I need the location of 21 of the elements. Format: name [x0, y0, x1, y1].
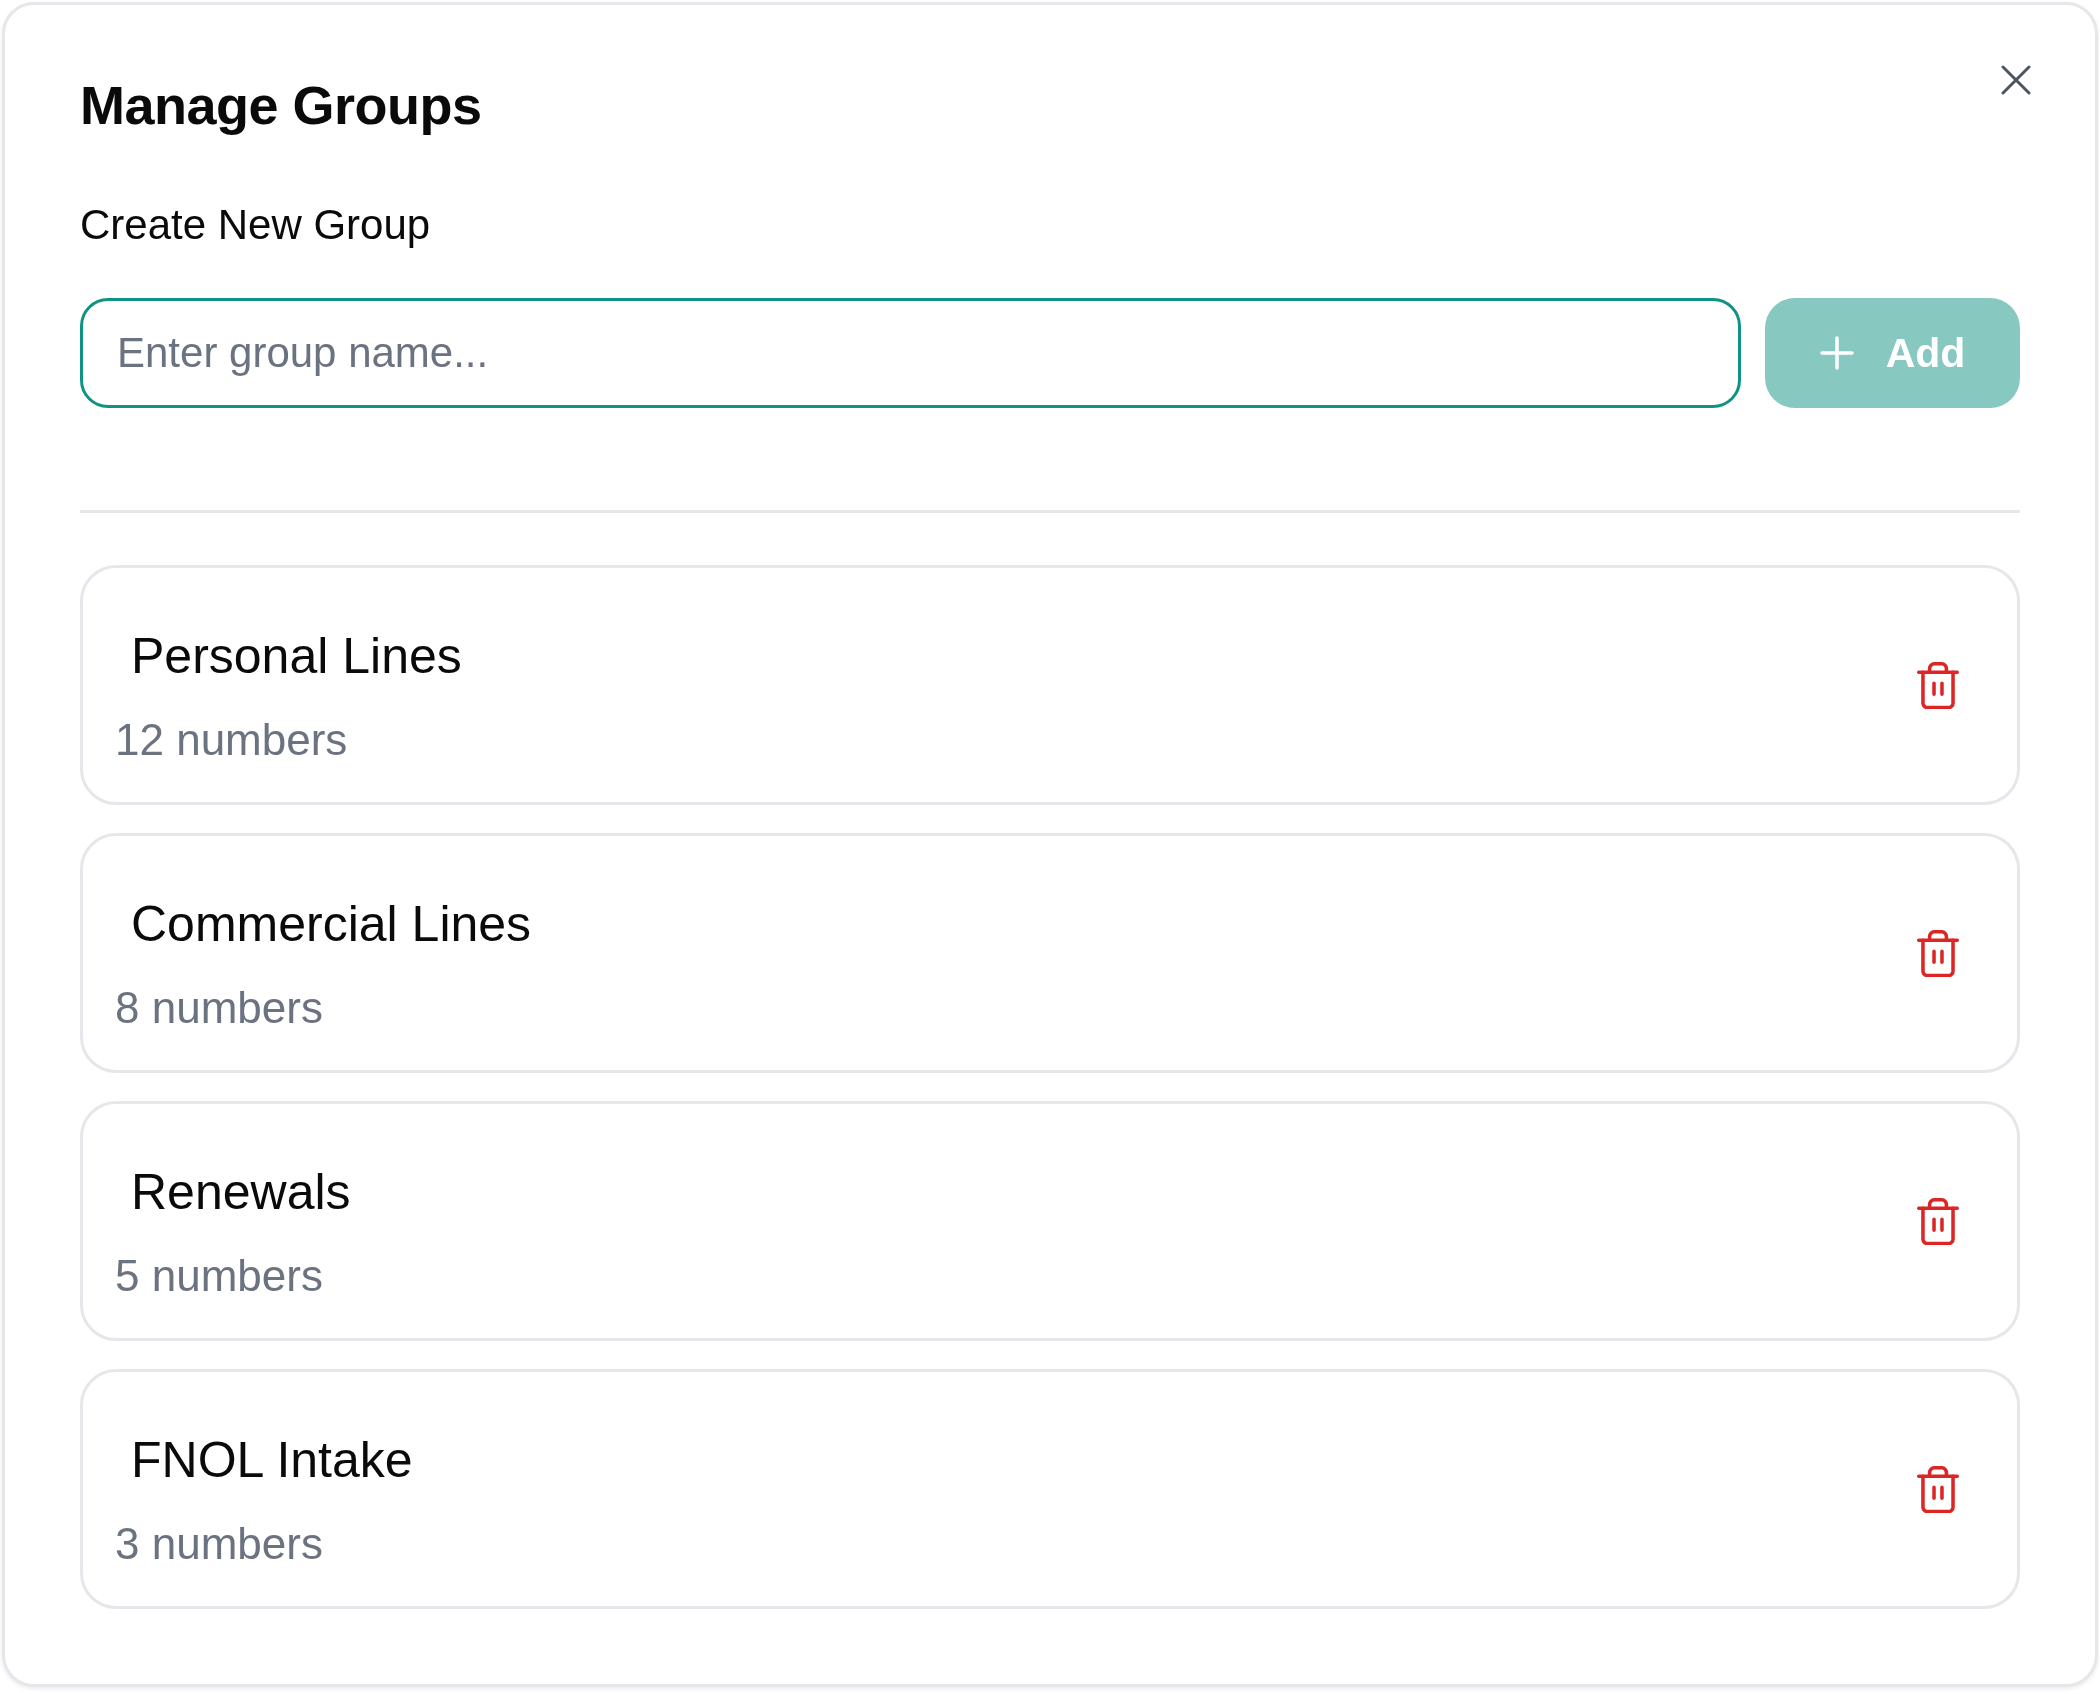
delete-button[interactable] — [1917, 1197, 1959, 1245]
close-button[interactable] — [2001, 65, 2031, 95]
close-icon — [2001, 65, 2031, 95]
trash-icon — [1917, 1197, 1959, 1245]
trash-icon — [1917, 661, 1959, 709]
trash-icon — [1917, 929, 1959, 977]
delete-button[interactable] — [1917, 929, 1959, 977]
delete-button[interactable] — [1917, 1465, 1959, 1513]
group-count: 5 numbers — [115, 1254, 323, 1298]
group-name-input[interactable]: Enter group name... — [80, 298, 1741, 408]
delete-button[interactable] — [1917, 661, 1959, 709]
plus-icon — [1819, 336, 1854, 370]
section-heading: Create New Group — [80, 204, 431, 246]
group-name: Commercial Lines — [130, 899, 532, 949]
group-count: 8 numbers — [115, 986, 323, 1030]
group-count: 12 numbers — [115, 718, 348, 762]
group-name: Renewals — [130, 1167, 351, 1217]
trash-icon — [1917, 1465, 1959, 1513]
group-count: 3 numbers — [115, 1522, 323, 1566]
group-name: FNOL Intake — [130, 1435, 413, 1485]
group-name: Personal Lines — [130, 631, 462, 681]
